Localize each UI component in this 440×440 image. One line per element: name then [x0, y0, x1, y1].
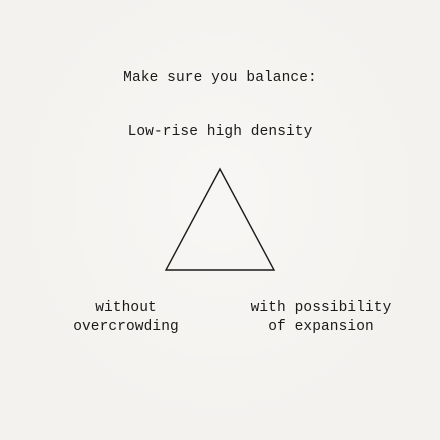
vertex-label-bottom-right-line-1: with possibility	[250, 300, 392, 316]
vertex-label-bottom-left-line-1: without	[95, 300, 157, 316]
balance-triangle-diagram	[164, 167, 276, 271]
vertex-label-bottom-left: without overcrowding	[56, 299, 196, 337]
vertex-label-bottom-right-line-2: of expansion	[268, 319, 374, 335]
balance-triangle	[164, 167, 276, 271]
vertex-label-bottom-right: with possibility of expansion	[236, 299, 406, 337]
page-canvas: Make sure you balance: Low-rise high den…	[0, 0, 440, 440]
vertex-label-bottom-left-line-2: overcrowding	[73, 319, 179, 335]
